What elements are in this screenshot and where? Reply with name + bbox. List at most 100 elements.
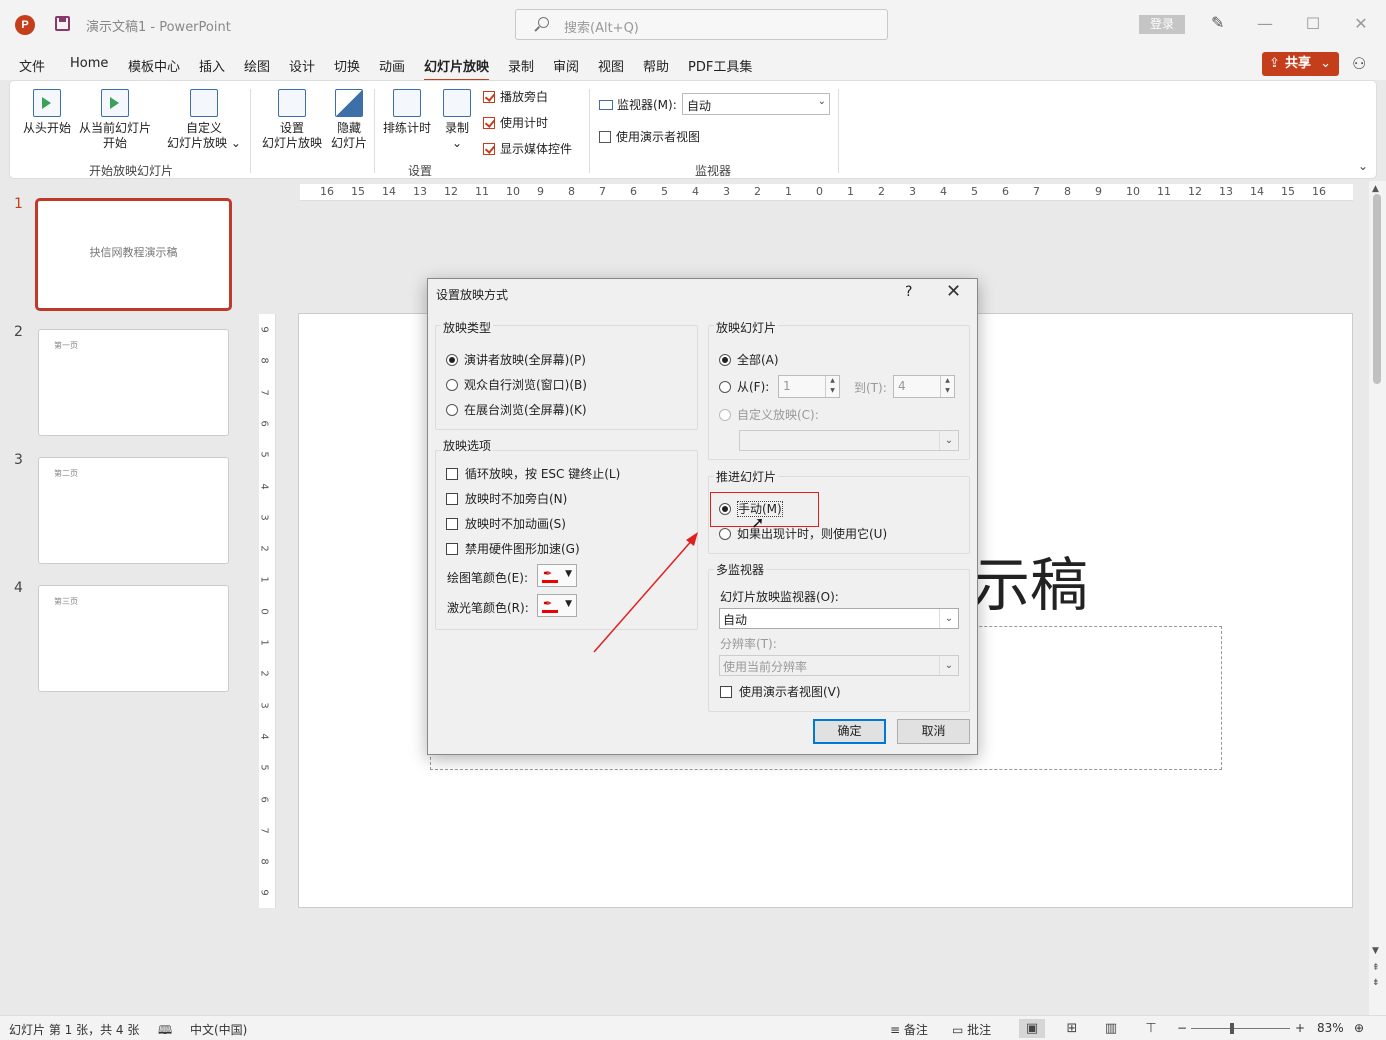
from-spinner[interactable]: 1 ▲ ▼ (778, 375, 840, 398)
scroll-down-icon[interactable]: ▼ (1372, 946, 1379, 956)
to-spinner[interactable]: 4 ▲ ▼ (893, 375, 955, 398)
ruler-tick-label: 7 (259, 388, 270, 396)
vertical-scrollbar[interactable]: ▲ ▼ ⇞ ⇟ (1369, 181, 1386, 1015)
slide-monitor-select[interactable]: 自动 ⌄ (719, 608, 959, 629)
ruler-tick-label: 10 (1126, 185, 1140, 198)
slide-title-text[interactable]: 示稿 (972, 538, 1088, 622)
spinner-arrows-icon[interactable]: ▲ ▼ (825, 376, 839, 397)
tab-transitions[interactable]: 切换 (334, 56, 360, 79)
dialog-presenter-view-checkbox[interactable]: 使用演示者视图(V) (720, 683, 841, 700)
tab-home[interactable]: Home (70, 56, 108, 75)
rehearse-timings-button[interactable]: 排练计时 (381, 89, 433, 136)
record-button[interactable]: 录制 ⌄ (439, 89, 475, 151)
custom-slideshow-button[interactable]: 自定义 幻灯片放映 ⌄ (166, 89, 242, 151)
custom-show-label: 自定义放映(C): (737, 408, 819, 422)
from-beginning-button[interactable]: 从头开始 (22, 89, 72, 136)
reading-view-icon[interactable]: ▥ (1098, 1019, 1124, 1038)
no-animation-checkbox[interactable]: 放映时不加动画(S) (446, 515, 566, 532)
custom-show-select[interactable]: ⌄ (739, 430, 959, 451)
slide-thumbnail-2[interactable]: 第一页 (38, 329, 229, 436)
tab-review[interactable]: 审阅 (553, 56, 579, 79)
slide-thumbnail-4[interactable]: 第三页 (38, 585, 229, 692)
collapse-ribbon-icon[interactable]: ⌄ (1358, 159, 1368, 173)
play-narrations-checkbox[interactable]: 播放旁白 (483, 88, 548, 105)
slideshow-view-icon[interactable]: ⊤ (1138, 1019, 1164, 1038)
loop-checkbox[interactable]: 循环放映，按 ESC 键终止(L) (446, 465, 620, 482)
custom-show-radio[interactable]: 自定义放映(C): (719, 406, 819, 423)
tab-animations[interactable]: 动画 (379, 56, 405, 79)
pen-color-picker[interactable]: ✒ ▼ (537, 564, 577, 587)
help-button[interactable]: ? (905, 284, 912, 300)
dialog-close-icon[interactable]: ✕ (946, 281, 961, 302)
presenter-radio[interactable]: 演讲者放映(全屏幕)(P) (446, 351, 586, 368)
zoom-level[interactable]: 83% (1317, 1021, 1344, 1035)
ok-button[interactable]: 确定 (813, 719, 886, 744)
zoom-slider-handle[interactable] (1230, 1023, 1234, 1034)
slide-sorter-view-icon[interactable]: ⊞ (1059, 1019, 1085, 1038)
close-window-button[interactable]: ✕ (1349, 12, 1373, 36)
previous-slide-icon[interactable]: ⇞ (1372, 963, 1380, 973)
notes-label: 备注 (903, 1023, 928, 1037)
tab-slideshow[interactable]: 幻灯片放映 (424, 56, 490, 82)
hide-slide-button[interactable]: 隐藏 幻灯片 (328, 89, 370, 151)
from-radio[interactable]: 从(F): (719, 378, 769, 395)
ruler-tick-label: 8 (259, 858, 270, 865)
accessibility-icon[interactable]: 🕮 (158, 1021, 172, 1040)
tab-insert[interactable]: 插入 (199, 56, 225, 79)
slide-thumbnail-3[interactable]: 第二页 (38, 457, 229, 564)
zoom-out-icon[interactable]: − (1177, 1021, 1187, 1035)
use-timings-radio[interactable]: 如果出现计时，则使用它(U) (719, 525, 887, 542)
tab-file[interactable]: 文件 (19, 56, 45, 79)
resolution-select[interactable]: 使用当前分辨率 ⌄ (719, 655, 959, 676)
ruler-tick-label: 5 (971, 185, 978, 198)
ruler-tick-label: 11 (475, 185, 489, 198)
tab-help[interactable]: 帮助 (643, 56, 669, 79)
scroll-up-icon[interactable]: ▲ (1372, 184, 1379, 194)
minimize-button[interactable]: — (1253, 12, 1277, 36)
language-status[interactable]: 中文(中国) (190, 1021, 247, 1038)
media-controls-checkbox[interactable]: 显示媒体控件 (483, 140, 572, 157)
from-current-button[interactable]: 从当前幻灯片 开始 (76, 89, 154, 151)
tab-view[interactable]: 视图 (598, 56, 624, 79)
all-slides-radio[interactable]: 全部(A) (719, 351, 779, 368)
fit-to-window-icon[interactable]: ⊕ (1354, 1021, 1364, 1035)
checkbox-unchecked-icon (446, 543, 458, 555)
record-label: 录制 (444, 121, 469, 135)
presenter-view-checkbox[interactable]: 使用演示者视图 (599, 128, 700, 145)
save-icon[interactable] (55, 16, 70, 31)
tab-design[interactable]: 设计 (289, 56, 315, 79)
zoom-in-icon[interactable]: + (1295, 1021, 1305, 1035)
search-input[interactable]: 搜索(Alt+Q) (515, 9, 888, 40)
spinner-arrows-icon[interactable]: ▲ ▼ (940, 376, 954, 397)
tab-templates[interactable]: 模板中心 (128, 56, 180, 79)
cancel-button[interactable]: 取消 (897, 719, 970, 744)
notes-button[interactable]: ≡ 备注 (890, 1021, 928, 1038)
use-timings-checkbox[interactable]: 使用计时 (483, 114, 548, 131)
radio-selected-icon (719, 354, 731, 366)
tab-draw[interactable]: 绘图 (244, 56, 270, 79)
checkbox-unchecked-icon (446, 493, 458, 505)
maximize-button[interactable]: ☐ (1301, 12, 1325, 36)
next-slide-icon[interactable]: ⇟ (1372, 978, 1380, 988)
share-button[interactable]: 共享 ⌄ (1262, 52, 1339, 76)
zoom-slider[interactable] (1191, 1028, 1290, 1029)
designer-pen-icon[interactable]: ✎ (1211, 14, 1229, 32)
tab-record[interactable]: 录制 (508, 56, 534, 79)
laser-color-picker[interactable]: ✒ ▼ (537, 594, 577, 617)
ruler-tick-label: 13 (1219, 185, 1233, 198)
login-button[interactable]: 登录 (1139, 15, 1185, 34)
share-label: 共享 (1285, 56, 1312, 71)
no-narration-checkbox[interactable]: 放映时不加旁白(N) (446, 490, 567, 507)
tab-pdf-tools[interactable]: PDF工具集 (688, 56, 752, 79)
comments-button[interactable]: ▭ 批注 (952, 1021, 991, 1038)
slide-count-status: 幻灯片 第 1 张，共 4 张 (9, 1023, 140, 1037)
normal-view-icon[interactable]: ▣ (1019, 1019, 1045, 1038)
account-icon[interactable]: ⚇ (1352, 54, 1372, 74)
kiosk-radio[interactable]: 在展台浏览(全屏幕)(K) (446, 401, 587, 418)
disable-hw-accel-checkbox[interactable]: 禁用硬件图形加速(G) (446, 540, 580, 557)
monitor-select[interactable]: 自动 ⌄ (682, 93, 830, 115)
setup-slideshow-button[interactable]: 设置 幻灯片放映 (260, 89, 324, 151)
browsed-individual-radio[interactable]: 观众自行浏览(窗口)(B) (446, 376, 587, 393)
slide-thumbnail-1[interactable]: 抉信网教程演示稿 (35, 198, 232, 311)
scrollbar-thumb[interactable] (1373, 194, 1381, 384)
